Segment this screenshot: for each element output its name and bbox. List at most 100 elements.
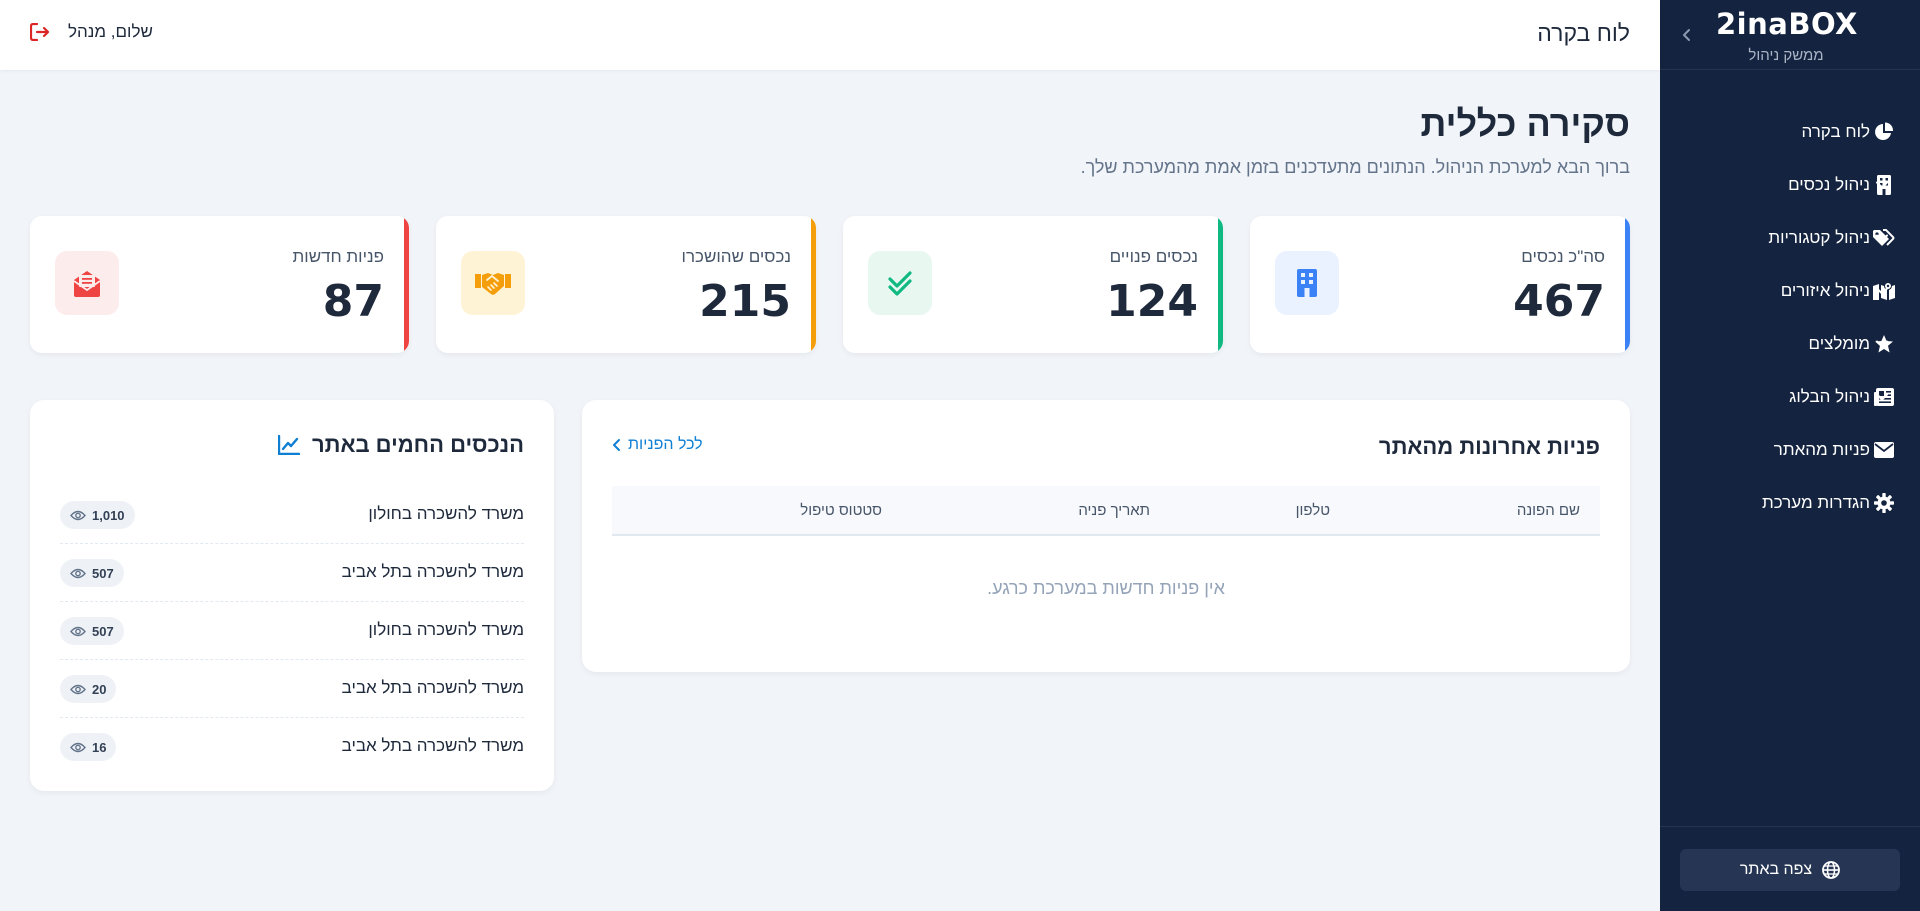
- sidebar-item-featured[interactable]: מומלצים: [1660, 317, 1920, 370]
- eye-icon: [70, 684, 86, 694]
- card-accent-bar: [404, 216, 409, 353]
- stat-label: סה"כ נכסים: [1521, 247, 1605, 266]
- sidebar-nav: לוח בקרה ניהול נכסים ניהול קטגוריות ניהו…: [1660, 105, 1920, 529]
- property-name: משרד להשכרה בחולון: [368, 620, 524, 639]
- envelope-open-icon: [55, 251, 119, 315]
- views-count: 16: [92, 739, 107, 755]
- check-icon: [868, 251, 932, 315]
- property-name: משרד להשכרה בתל אביב: [341, 562, 524, 581]
- page-title: סקירה כללית: [1420, 103, 1630, 144]
- column-header-status: סטטוס טיפול: [800, 502, 882, 519]
- eye-icon: [70, 510, 86, 520]
- views-badge: 507: [60, 617, 124, 645]
- list-item[interactable]: משרד להשכרה בתל אביב 20: [60, 660, 524, 718]
- views-badge: 16: [60, 733, 117, 761]
- views-count: 507: [92, 565, 114, 581]
- chart-line-icon: [278, 435, 300, 455]
- sidebar-item-properties[interactable]: ניהול נכסים: [1660, 158, 1920, 211]
- sidebar-footer: צפה באתר: [1660, 826, 1920, 911]
- sidebar-item-label: הגדרות מערכת: [1761, 492, 1870, 512]
- chevron-left-icon: [612, 438, 622, 452]
- inquiries-table-header: שם הפונה טלפון תאריך פניה סטטוס טיפול: [612, 486, 1600, 536]
- view-site-button[interactable]: צפה באתר: [1680, 849, 1900, 891]
- list-item[interactable]: משרד להשכרה בתל אביב 507: [60, 544, 524, 602]
- stat-label: פניות חדשות: [292, 247, 384, 266]
- views-count: 1,010: [92, 507, 125, 523]
- sidebar-item-blog[interactable]: ניהול הבלוג: [1660, 370, 1920, 423]
- views-badge: 507: [60, 559, 124, 587]
- chevron-down-icon[interactable]: [1873, 388, 1891, 406]
- chevron-left-icon: [1683, 29, 1690, 41]
- sidebar-item-label: לוח בקרה: [1801, 121, 1870, 141]
- handshake-icon: [461, 251, 525, 315]
- all-inquiries-link[interactable]: לכל הפניות: [612, 436, 703, 454]
- building-icon: [1275, 251, 1339, 315]
- property-name: משרד להשכרה בתל אביב: [341, 678, 524, 697]
- sidebar-item-label: פניות מהאתר: [1773, 439, 1870, 459]
- list-item[interactable]: משרד להשכרה בחולון 507: [60, 602, 524, 660]
- hot-properties-header: הנכסים החמים באתר: [278, 432, 524, 458]
- views-count: 20: [92, 681, 107, 697]
- chart-pie-icon: [1873, 121, 1895, 143]
- recent-inquiries-panel: פניות אחרונות מהאתר לכל הפניות שם הפונה …: [582, 400, 1630, 672]
- brand-subtitle: ממשק ניהול: [1748, 47, 1824, 64]
- hot-properties-list: משרד להשכרה בחולון 1,010 משרד להשכרה בתל…: [60, 486, 524, 776]
- list-item[interactable]: משרד להשכרה בתל אביב 16: [60, 718, 524, 776]
- hot-properties-panel: הנכסים החמים באתר משרד להשכרה בחולון 1,0…: [30, 400, 554, 791]
- sidebar-item-inquiries[interactable]: פניות מהאתר: [1660, 423, 1920, 476]
- sidebar: 2inaBOX ממשק ניהול לוח בקרה ניהול נכסים: [1660, 0, 1920, 911]
- column-header-phone: טלפון: [1295, 502, 1330, 519]
- topbar-title: לוח בקרה: [1537, 20, 1630, 46]
- stat-value: 87: [322, 276, 384, 327]
- eye-icon: [70, 626, 86, 636]
- stat-value: 124: [1106, 276, 1198, 327]
- user-greeting: שלום, מנהל: [68, 22, 153, 41]
- card-accent-bar: [1218, 216, 1223, 353]
- sidebar-item-settings[interactable]: הגדרות מערכת: [1660, 476, 1920, 529]
- views-badge: 1,010: [60, 501, 135, 529]
- envelope-icon: [1873, 439, 1895, 461]
- page-subtitle: ברוך הבא למערכת הניהול. הנתונים מתעדכנים…: [1080, 157, 1630, 177]
- sidebar-item-label: ניהול נכסים: [1788, 174, 1870, 194]
- property-name: משרד להשכרה בתל אביב: [341, 736, 524, 755]
- property-name: משרד להשכרה בחולון: [368, 504, 524, 523]
- card-accent-bar: [1625, 216, 1630, 353]
- chevron-down-icon[interactable]: [1873, 282, 1891, 300]
- gear-icon: [1873, 492, 1895, 514]
- panel-title: הנכסים החמים באתר: [312, 432, 524, 457]
- view-site-label: צפה באתר: [1739, 861, 1813, 878]
- sidebar-item-label: ניהול איזורים: [1780, 280, 1870, 300]
- all-inquiries-label: לכל הפניות: [628, 436, 703, 453]
- brand: 2inaBOX ממשק ניהול: [1660, 0, 1920, 70]
- sidebar-collapse-button[interactable]: [1674, 22, 1700, 48]
- column-header-date: תאריך פניה: [1078, 502, 1150, 519]
- eye-icon: [70, 742, 86, 752]
- list-item[interactable]: משרד להשכרה בחולון 1,010: [60, 486, 524, 544]
- stat-card-new-inquiries: פניות חדשות 87: [30, 216, 409, 353]
- logout-icon[interactable]: [30, 23, 50, 41]
- views-count: 507: [92, 623, 114, 639]
- sidebar-item-dashboard[interactable]: לוח בקרה: [1660, 105, 1920, 158]
- eye-icon: [70, 568, 86, 578]
- column-header-name: שם הפונה: [1516, 502, 1580, 519]
- stat-label: נכסים שהושכרו: [681, 247, 791, 266]
- topbar: לוח בקרה שלום, מנהל: [0, 0, 1660, 70]
- views-badge: 20: [60, 675, 117, 703]
- brand-title: 2inaBOX: [1716, 7, 1858, 41]
- sidebar-item-label: ניהול קטגוריות: [1768, 227, 1870, 247]
- chevron-down-icon[interactable]: [1873, 335, 1891, 353]
- stat-label: נכסים פנויים: [1109, 247, 1198, 266]
- card-accent-bar: [811, 216, 816, 353]
- panel-title: פניות אחרונות מהאתר: [1378, 434, 1600, 459]
- empty-state-message: אין פניות חדשות במערכת כרגע.: [987, 578, 1225, 598]
- stat-value: 467: [1513, 276, 1605, 327]
- stat-value: 215: [699, 276, 791, 327]
- sidebar-item-areas[interactable]: ניהול איזורים: [1660, 264, 1920, 317]
- stat-card-available-properties: נכסים פנויים 124: [843, 216, 1223, 353]
- sidebar-item-categories[interactable]: ניהול קטגוריות: [1660, 211, 1920, 264]
- stat-card-rented-properties: נכסים שהושכרו 215: [436, 216, 816, 353]
- chevron-down-icon[interactable]: [1873, 229, 1891, 247]
- user-area: שלום, מנהל: [30, 22, 153, 42]
- sidebar-item-label: ניהול הבלוג: [1789, 386, 1870, 406]
- chevron-down-icon[interactable]: [1873, 176, 1891, 194]
